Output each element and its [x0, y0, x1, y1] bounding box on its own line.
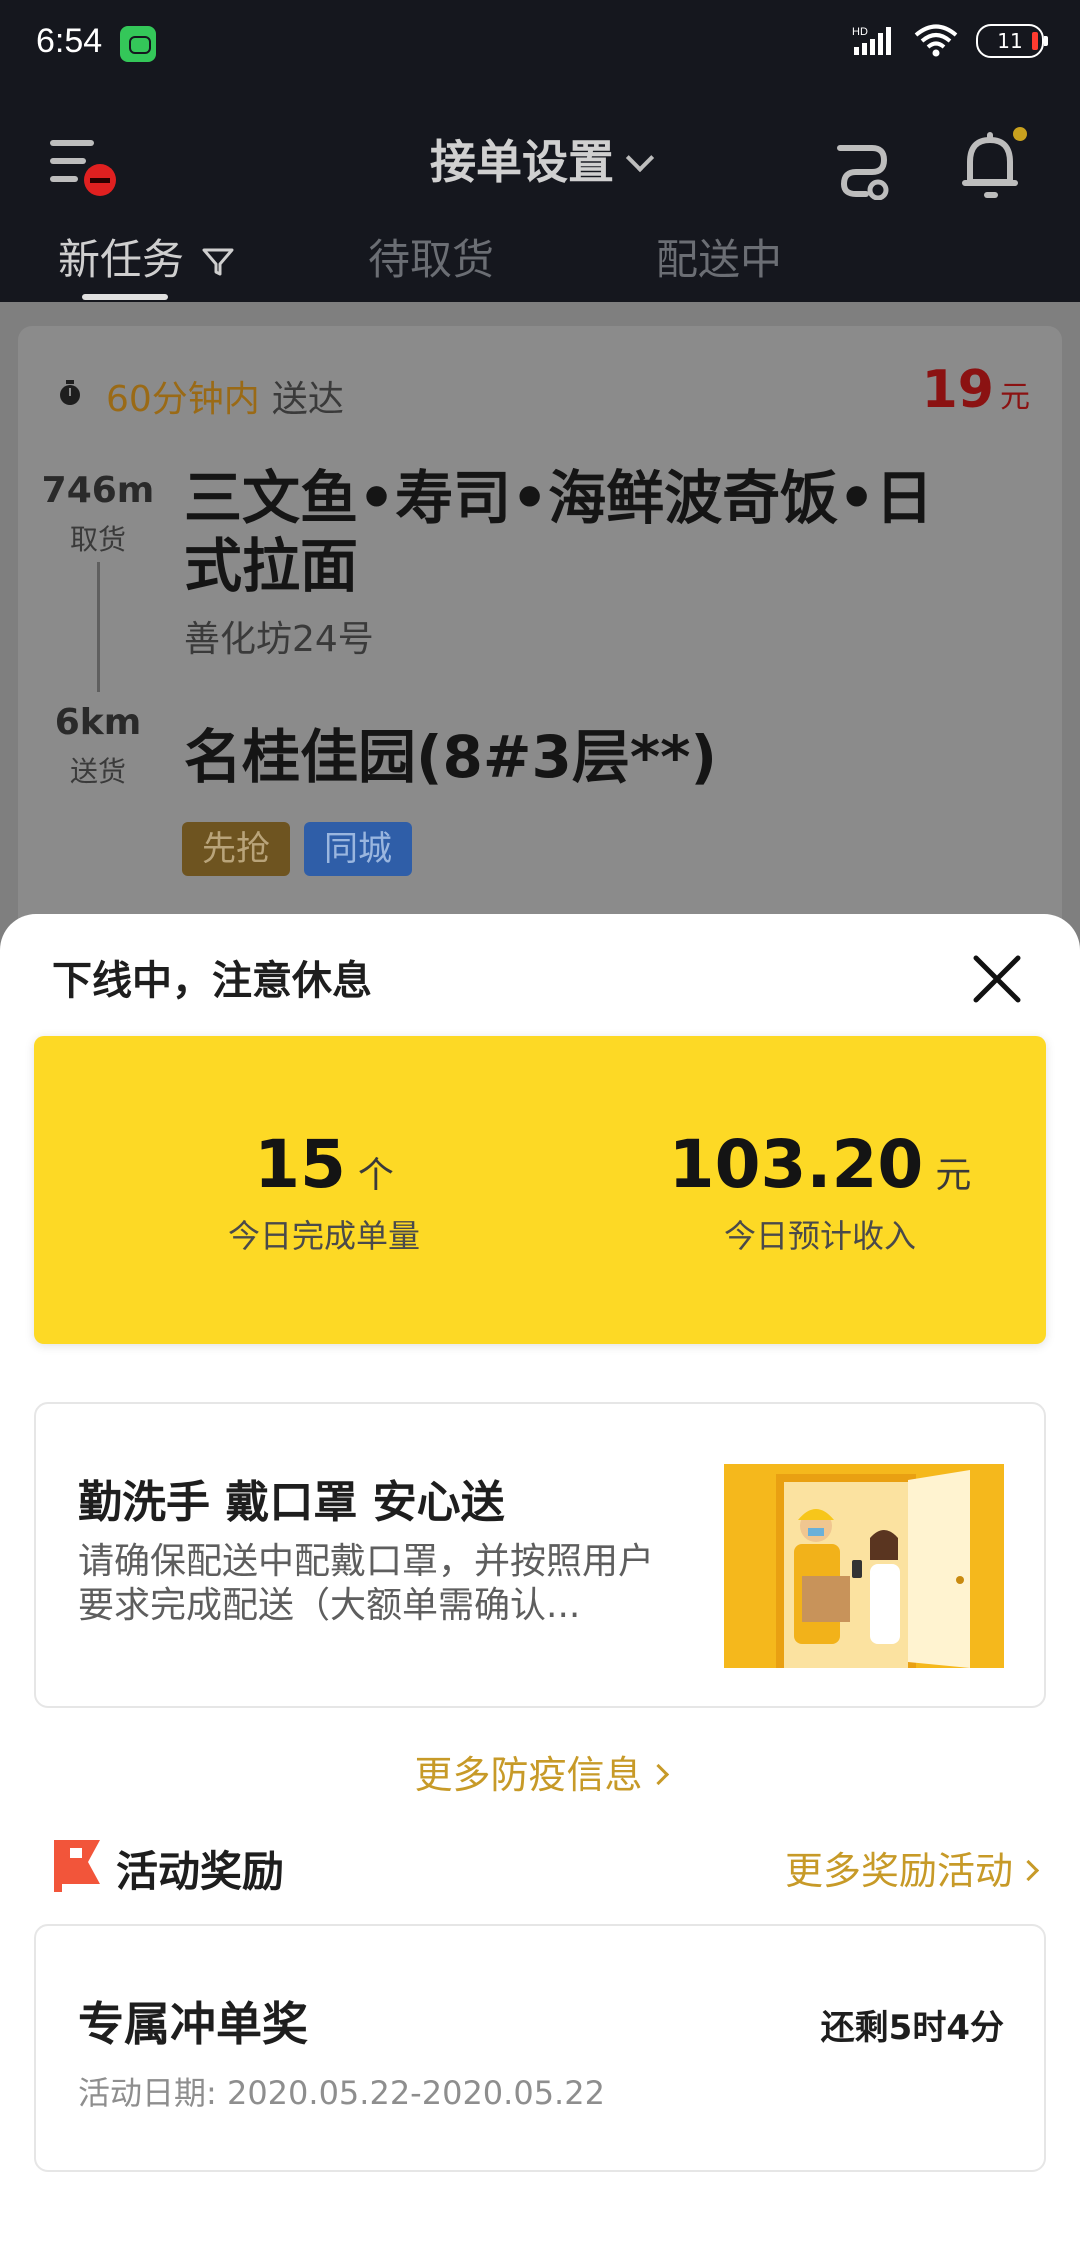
- tab-label: 待取货: [368, 235, 495, 284]
- status-indicators: HD 11: [850, 24, 1048, 58]
- route-icon[interactable]: [834, 140, 894, 200]
- network-label: HD: [852, 26, 868, 38]
- reward-date: 活动日期: 2020.05.22-2020.05.22: [78, 2074, 605, 2112]
- battery-icon: 11: [976, 24, 1048, 58]
- activity-title: 活动奖励: [116, 1847, 285, 1896]
- notice-title: 勤洗手 戴口罩 安心送: [78, 1477, 505, 1528]
- more-rewards-label: 更多奖励活动: [784, 1849, 1013, 1893]
- tag-grab-first: 先抢: [182, 822, 290, 876]
- wifi-icon: [914, 24, 958, 57]
- more-epidemic-label: 更多防疫信息: [414, 1753, 643, 1797]
- orders-unit: 个: [357, 1155, 394, 1196]
- income-unit: 元: [935, 1155, 972, 1196]
- close-icon[interactable]: [966, 948, 1028, 1010]
- more-epidemic-info-link[interactable]: 更多防疫信息: [0, 1744, 1080, 1799]
- delivery-distance: 6km: [54, 702, 142, 743]
- delivery-time-suffix: 送达: [271, 379, 344, 420]
- activity-flag-icon: [54, 1840, 100, 1892]
- header-title: 接单设置: [430, 135, 614, 189]
- today-stats-card: 15 个 今日完成单量 103.20 元 今日预计收入: [34, 1036, 1046, 1344]
- reward-time-remaining: 还剩5时4分: [820, 2008, 1004, 2048]
- app-notification-icon: [120, 26, 156, 62]
- battery-level: 11: [997, 29, 1023, 53]
- destination-name: 名桂佳园(8#3层**): [184, 723, 717, 791]
- pickup-label: 取货: [69, 523, 126, 556]
- chevron-right-icon: [1017, 1859, 1040, 1882]
- price-unit: 元: [1000, 380, 1030, 415]
- reward-title: 专属冲单奖: [78, 1997, 308, 2051]
- tab-new-tasks[interactable]: 新任务: [58, 226, 235, 287]
- route-connector: [97, 562, 100, 692]
- more-rewards-link[interactable]: 更多奖励活动: [784, 1840, 1040, 1895]
- tab-label: 配送中: [656, 235, 783, 284]
- task-tabs: 新任务 待取货 配送中: [0, 226, 1080, 302]
- order-price: 19 元: [922, 360, 1030, 420]
- status-time: 6:54: [36, 22, 103, 60]
- orders-completed-label: 今日完成单量: [227, 1217, 420, 1255]
- sheet-title: 下线中，注意休息: [52, 958, 372, 1004]
- orders-completed-value: 15: [254, 1126, 346, 1203]
- price-value: 19: [921, 360, 994, 420]
- shop-address: 善化坊24号: [184, 619, 374, 660]
- delivery-time: 60分钟内 送达: [106, 370, 344, 422]
- estimated-income-label: 今日预计收入: [723, 1217, 916, 1255]
- filter-icon[interactable]: [201, 246, 235, 278]
- pickup-distance: 746m: [41, 470, 155, 511]
- tab-delivering[interactable]: 配送中: [656, 226, 782, 287]
- estimated-income-value: 103.20: [668, 1126, 924, 1203]
- tab-label: 新任务: [58, 235, 185, 284]
- shop-name: 三文鱼•寿司•海鲜波奇饭•日式拉面: [184, 464, 934, 600]
- delivery-label: 送货: [69, 755, 126, 788]
- active-tab-indicator: [82, 294, 168, 300]
- chevron-down-icon: [625, 143, 655, 173]
- signal-icon: HD: [852, 26, 891, 55]
- tab-awaiting-pickup[interactable]: 待取货: [368, 226, 494, 287]
- estimated-income-stat: 103.20 元 今日预计收入: [620, 1126, 1020, 1257]
- delivery-time-highlight: 60分钟内: [106, 379, 260, 420]
- courier-illustration: [724, 1464, 1004, 1668]
- order-settings-dropdown[interactable]: 接单设置: [0, 126, 1080, 192]
- orders-completed-stat: 15 个 今日完成单量: [124, 1126, 524, 1257]
- tag-same-city: 同城: [304, 822, 412, 876]
- chevron-right-icon: [647, 1763, 669, 1786]
- notification-bell-icon[interactable]: [956, 126, 1028, 206]
- stopwatch-icon: [60, 380, 80, 405]
- notice-text: 请确保配送中配戴口罩，并按照用户要求完成配送（大额单需确认...: [78, 1541, 655, 1626]
